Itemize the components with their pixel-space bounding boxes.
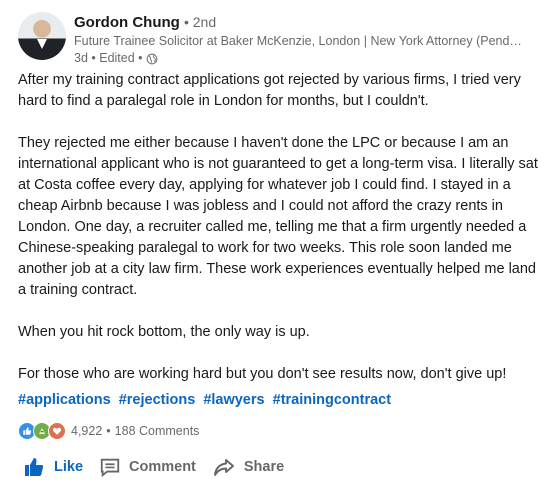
hashtag-trainingcontract[interactable]: #trainingcontract — [273, 392, 391, 408]
post-paragraph: When you hit rock bottom, the only way i… — [18, 324, 310, 340]
social-counts: 4,922 • 188 Comments — [18, 421, 199, 441]
thumbs-up-icon — [25, 458, 44, 476]
globe-icon — [146, 53, 157, 64]
reaction-count[interactable]: 4,922 — [71, 424, 102, 438]
post-time: 3d • Edited • — [74, 50, 540, 67]
comment-label: Comment — [129, 459, 196, 475]
hashtag-applications[interactable]: #applications — [18, 392, 111, 408]
post-header: Gordon Chung • 2nd Future Trainee Solici… — [18, 12, 540, 65]
post-paragraph: For those who are working hard but you d… — [18, 366, 507, 382]
author-name-line: Gordon Chung • 2nd — [74, 12, 540, 33]
author-meta: Gordon Chung • 2nd Future Trainee Solici… — [74, 12, 540, 67]
author-headline: Future Trainee Solicitor at Baker McKenz… — [74, 34, 522, 48]
hashtags: #applications #rejections #lawyers #trai… — [18, 390, 395, 411]
post-time-label: 3d • Edited • — [74, 51, 143, 65]
post-body: After my training contract applications … — [18, 70, 543, 406]
reaction-icons[interactable] — [18, 422, 66, 440]
share-icon — [213, 459, 234, 476]
hashtag-rejections[interactable]: #rejections — [119, 392, 196, 408]
comment-count[interactable]: 188 Comments — [115, 424, 200, 438]
like-button[interactable]: Like — [14, 452, 91, 482]
love-reaction-icon — [48, 422, 66, 440]
post-paragraph: After my training contract applications … — [18, 72, 521, 109]
social-separator: • — [106, 424, 111, 438]
post-paragraph: They rejected me either because I haven'… — [18, 135, 538, 298]
share-button[interactable]: Share — [204, 452, 292, 482]
connection-degree: • 2nd — [183, 14, 217, 30]
share-label: Share — [243, 459, 285, 475]
like-label: Like — [54, 459, 84, 475]
comment-icon — [100, 458, 120, 478]
avatar[interactable] — [18, 12, 66, 60]
action-bar: Like Comment Share — [14, 452, 292, 482]
author-name[interactable]: Gordon Chung — [74, 14, 180, 31]
comment-button[interactable]: Comment — [91, 452, 204, 482]
hashtag-lawyers[interactable]: #lawyers — [203, 392, 264, 408]
